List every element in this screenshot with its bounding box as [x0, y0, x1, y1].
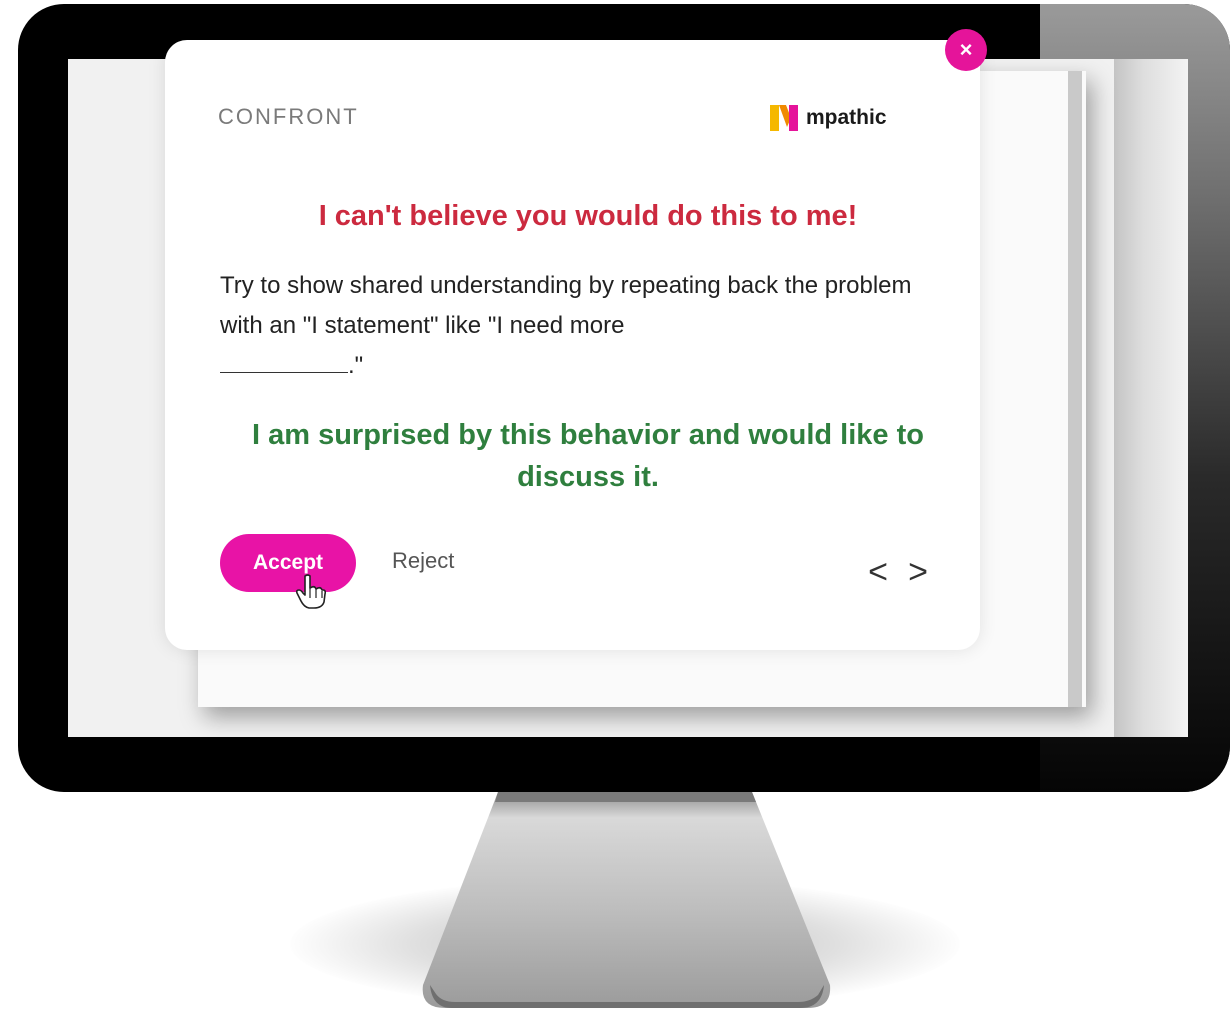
chevron-left-icon[interactable]: <: [858, 552, 898, 592]
close-button[interactable]: ×: [945, 29, 987, 71]
accept-button[interactable]: Accept: [220, 534, 356, 592]
mpathic-logo-icon: [770, 105, 798, 131]
screen-shade: [1114, 59, 1188, 737]
suggestion-nav: < >: [858, 552, 938, 592]
suggestion-text: Try to show shared understanding by repe…: [220, 266, 920, 386]
chevron-right-icon[interactable]: >: [898, 552, 938, 592]
page-scrollbar[interactable]: [1068, 71, 1082, 707]
suggestion-text-part1: Try to show shared understanding by repe…: [220, 272, 912, 339]
brand: mpathic: [770, 103, 887, 133]
category-label: CONFRONT: [218, 104, 359, 129]
reject-button[interactable]: Reject: [392, 548, 454, 574]
scene: × CONFRONT mpathic I can't believe you w…: [0, 0, 1230, 1015]
original-message: I can't believe you would do this to me!: [318, 200, 858, 232]
suggestion-text-part2: .": [348, 352, 364, 379]
brand-name: mpathic: [806, 106, 887, 129]
suggestion-blank: [220, 352, 348, 373]
hand-pointer-icon: [296, 574, 326, 609]
close-icon: ×: [959, 37, 973, 62]
suggested-rewrite: I am surprised by this behavior and woul…: [252, 419, 924, 493]
